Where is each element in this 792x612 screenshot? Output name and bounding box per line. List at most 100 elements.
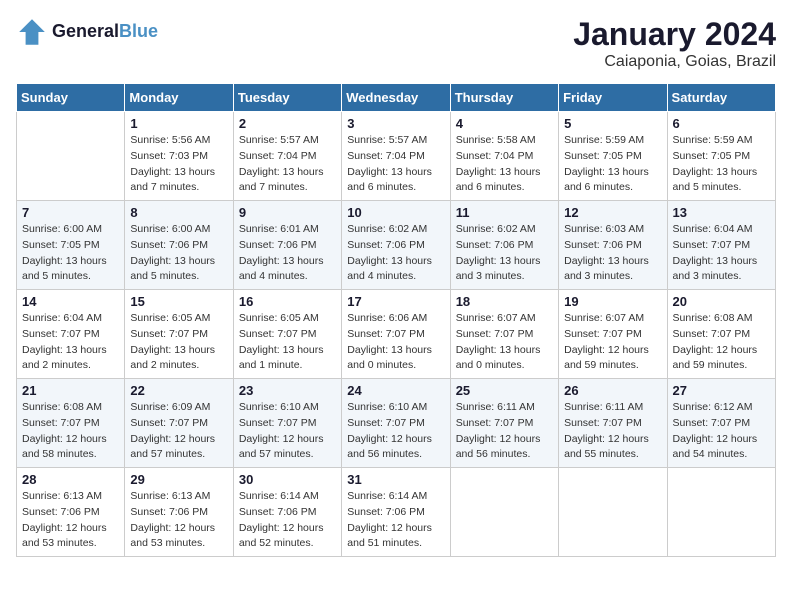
day-number: 31 bbox=[347, 472, 444, 487]
day-number: 1 bbox=[130, 116, 227, 131]
day-info: Sunrise: 6:07 AMSunset: 7:07 PMDaylight:… bbox=[456, 311, 553, 374]
calendar-cell: 25 Sunrise: 6:11 AMSunset: 7:07 PMDayligh… bbox=[450, 379, 558, 468]
day-number: 28 bbox=[22, 472, 119, 487]
week-row-5: 28 Sunrise: 6:13 AMSunset: 7:06 PMDayligh… bbox=[17, 468, 776, 557]
calendar-cell: 12Sunrise: 6:03 AMSunset: 7:06 PMDayligh… bbox=[559, 201, 667, 290]
calendar-cell: 13 Sunrise: 6:04 AMSunset: 7:07 PMDayligh… bbox=[667, 201, 775, 290]
day-number: 24 bbox=[347, 383, 444, 398]
day-info: Sunrise: 5:58 AMSunset: 7:04 PMDaylight:… bbox=[456, 133, 553, 196]
day-header-sunday: Sunday bbox=[17, 84, 125, 112]
day-info: Sunrise: 6:11 AMSunset: 7:07 PMDaylight:… bbox=[564, 400, 661, 463]
day-info: Sunrise: 6:10 AMSunset: 7:07 PMDaylight:… bbox=[239, 400, 336, 463]
day-info: Sunrise: 5:57 AMSunset: 7:04 PMDaylight:… bbox=[347, 133, 444, 196]
day-number: 18 bbox=[456, 294, 553, 309]
calendar-cell: 20Sunrise: 6:08 AMSunset: 7:07 PMDayligh… bbox=[667, 290, 775, 379]
day-number: 12 bbox=[564, 205, 661, 220]
calendar-cell: 30Sunrise: 6:14 AMSunset: 7:06 PMDayligh… bbox=[233, 468, 341, 557]
day-number: 25 bbox=[456, 383, 553, 398]
calendar-cell bbox=[17, 112, 125, 201]
day-info: Sunrise: 6:13 AMSunset: 7:06 PMDaylight:… bbox=[130, 489, 227, 552]
day-info: Sunrise: 6:11 AMSunset: 7:07 PMDaylight:… bbox=[456, 400, 553, 463]
calendar-cell: 9 Sunrise: 6:01 AMSunset: 7:06 PMDaylight… bbox=[233, 201, 341, 290]
calendar-cell: 26 Sunrise: 6:11 AMSunset: 7:07 PMDayligh… bbox=[559, 379, 667, 468]
calendar-cell: 16 Sunrise: 6:05 AMSunset: 7:07 PMDayligh… bbox=[233, 290, 341, 379]
calendar-cell: 28Sunrise: 6:13 AMSunset: 7:06 PMDayligh… bbox=[17, 468, 125, 557]
day-info: Sunrise: 5:57 AMSunset: 7:04 PMDaylight:… bbox=[239, 133, 336, 196]
day-number: 10 bbox=[347, 205, 444, 220]
day-number: 2 bbox=[239, 116, 336, 131]
day-number: 3 bbox=[347, 116, 444, 131]
calendar-table: SundayMondayTuesdayWednesdayThursdayFrid… bbox=[16, 83, 776, 557]
day-header-tuesday: Tuesday bbox=[233, 84, 341, 112]
calendar-cell: 1 Sunrise: 5:56 AMSunset: 7:03 PMDaylight… bbox=[125, 112, 233, 201]
day-number: 4 bbox=[456, 116, 553, 131]
calendar-cell: 7Sunrise: 6:00 AMSunset: 7:05 PMDaylight… bbox=[17, 201, 125, 290]
day-info: Sunrise: 6:05 AMSunset: 7:07 PMDaylight:… bbox=[239, 311, 336, 374]
calendar-cell bbox=[450, 468, 558, 557]
calendar-cell: 24 Sunrise: 6:10 AMSunset: 7:07 PMDayligh… bbox=[342, 379, 450, 468]
week-row-1: 1 Sunrise: 5:56 AMSunset: 7:03 PMDaylight… bbox=[17, 112, 776, 201]
day-header-thursday: Thursday bbox=[450, 84, 558, 112]
month-title: January 2024 bbox=[573, 16, 776, 53]
calendar-cell: 3 Sunrise: 5:57 AMSunset: 7:04 PMDaylight… bbox=[342, 112, 450, 201]
day-info: Sunrise: 6:04 AMSunset: 7:07 PMDaylight:… bbox=[673, 222, 770, 285]
day-info: Sunrise: 6:05 AMSunset: 7:07 PMDaylight:… bbox=[130, 311, 227, 374]
day-number: 15 bbox=[130, 294, 227, 309]
day-info: Sunrise: 5:59 AMSunset: 7:05 PMDaylight:… bbox=[673, 133, 770, 196]
day-header-monday: Monday bbox=[125, 84, 233, 112]
calendar-cell bbox=[559, 468, 667, 557]
day-number: 5 bbox=[564, 116, 661, 131]
day-number: 13 bbox=[673, 205, 770, 220]
day-info: Sunrise: 6:14 AMSunset: 7:06 PMDaylight:… bbox=[239, 489, 336, 552]
day-info: Sunrise: 6:06 AMSunset: 7:07 PMDaylight:… bbox=[347, 311, 444, 374]
day-info: Sunrise: 5:59 AMSunset: 7:05 PMDaylight:… bbox=[564, 133, 661, 196]
calendar-cell: 17 Sunrise: 6:06 AMSunset: 7:07 PMDayligh… bbox=[342, 290, 450, 379]
day-info: Sunrise: 6:14 AMSunset: 7:06 PMDaylight:… bbox=[347, 489, 444, 552]
day-number: 19 bbox=[564, 294, 661, 309]
day-info: Sunrise: 6:00 AMSunset: 7:06 PMDaylight:… bbox=[130, 222, 227, 285]
day-number: 27 bbox=[673, 383, 770, 398]
calendar-cell: 5 Sunrise: 5:59 AMSunset: 7:05 PMDaylight… bbox=[559, 112, 667, 201]
day-info: Sunrise: 6:10 AMSunset: 7:07 PMDaylight:… bbox=[347, 400, 444, 463]
calendar-cell: 2 Sunrise: 5:57 AMSunset: 7:04 PMDaylight… bbox=[233, 112, 341, 201]
calendar-cell: 22Sunrise: 6:09 AMSunset: 7:07 PMDayligh… bbox=[125, 379, 233, 468]
location: Caiaponia, Goias, Brazil bbox=[573, 53, 776, 71]
day-info: Sunrise: 6:00 AMSunset: 7:05 PMDaylight:… bbox=[22, 222, 119, 285]
day-number: 21 bbox=[22, 383, 119, 398]
calendar-cell: 11 Sunrise: 6:02 AMSunset: 7:06 PMDayligh… bbox=[450, 201, 558, 290]
day-number: 9 bbox=[239, 205, 336, 220]
day-number: 6 bbox=[673, 116, 770, 131]
calendar-cell: 10 Sunrise: 6:02 AMSunset: 7:06 PMDayligh… bbox=[342, 201, 450, 290]
day-number: 14 bbox=[22, 294, 119, 309]
week-row-4: 21 Sunrise: 6:08 AMSunset: 7:07 PMDayligh… bbox=[17, 379, 776, 468]
day-info: Sunrise: 6:04 AMSunset: 7:07 PMDaylight:… bbox=[22, 311, 119, 374]
day-number: 26 bbox=[564, 383, 661, 398]
week-row-2: 7Sunrise: 6:00 AMSunset: 7:05 PMDaylight… bbox=[17, 201, 776, 290]
day-info: Sunrise: 6:01 AMSunset: 7:06 PMDaylight:… bbox=[239, 222, 336, 285]
logo: GeneralBlue bbox=[16, 16, 158, 48]
day-info: Sunrise: 6:02 AMSunset: 7:06 PMDaylight:… bbox=[456, 222, 553, 285]
day-number: 16 bbox=[239, 294, 336, 309]
calendar-cell: 18 Sunrise: 6:07 AMSunset: 7:07 PMDayligh… bbox=[450, 290, 558, 379]
day-info: Sunrise: 6:08 AMSunset: 7:07 PMDaylight:… bbox=[22, 400, 119, 463]
calendar-cell: 14 Sunrise: 6:04 AMSunset: 7:07 PMDayligh… bbox=[17, 290, 125, 379]
calendar-cell: 6 Sunrise: 5:59 AMSunset: 7:05 PMDaylight… bbox=[667, 112, 775, 201]
day-number: 23 bbox=[239, 383, 336, 398]
day-info: Sunrise: 6:02 AMSunset: 7:06 PMDaylight:… bbox=[347, 222, 444, 285]
day-info: Sunrise: 5:56 AMSunset: 7:03 PMDaylight:… bbox=[130, 133, 227, 196]
day-number: 20 bbox=[673, 294, 770, 309]
days-header-row: SundayMondayTuesdayWednesdayThursdayFrid… bbox=[17, 84, 776, 112]
calendar-cell: 29 Sunrise: 6:13 AMSunset: 7:06 PMDayligh… bbox=[125, 468, 233, 557]
day-number: 17 bbox=[347, 294, 444, 309]
logo-icon bbox=[16, 16, 48, 48]
day-info: Sunrise: 6:07 AMSunset: 7:07 PMDaylight:… bbox=[564, 311, 661, 374]
calendar-cell: 8 Sunrise: 6:00 AMSunset: 7:06 PMDaylight… bbox=[125, 201, 233, 290]
day-number: 29 bbox=[130, 472, 227, 487]
calendar-cell: 31 Sunrise: 6:14 AMSunset: 7:06 PMDayligh… bbox=[342, 468, 450, 557]
day-number: 11 bbox=[456, 205, 553, 220]
day-number: 8 bbox=[130, 205, 227, 220]
day-info: Sunrise: 6:12 AMSunset: 7:07 PMDaylight:… bbox=[673, 400, 770, 463]
calendar-cell: 4 Sunrise: 5:58 AMSunset: 7:04 PMDaylight… bbox=[450, 112, 558, 201]
calendar-cell: 21 Sunrise: 6:08 AMSunset: 7:07 PMDayligh… bbox=[17, 379, 125, 468]
logo-text: GeneralBlue bbox=[52, 22, 158, 42]
